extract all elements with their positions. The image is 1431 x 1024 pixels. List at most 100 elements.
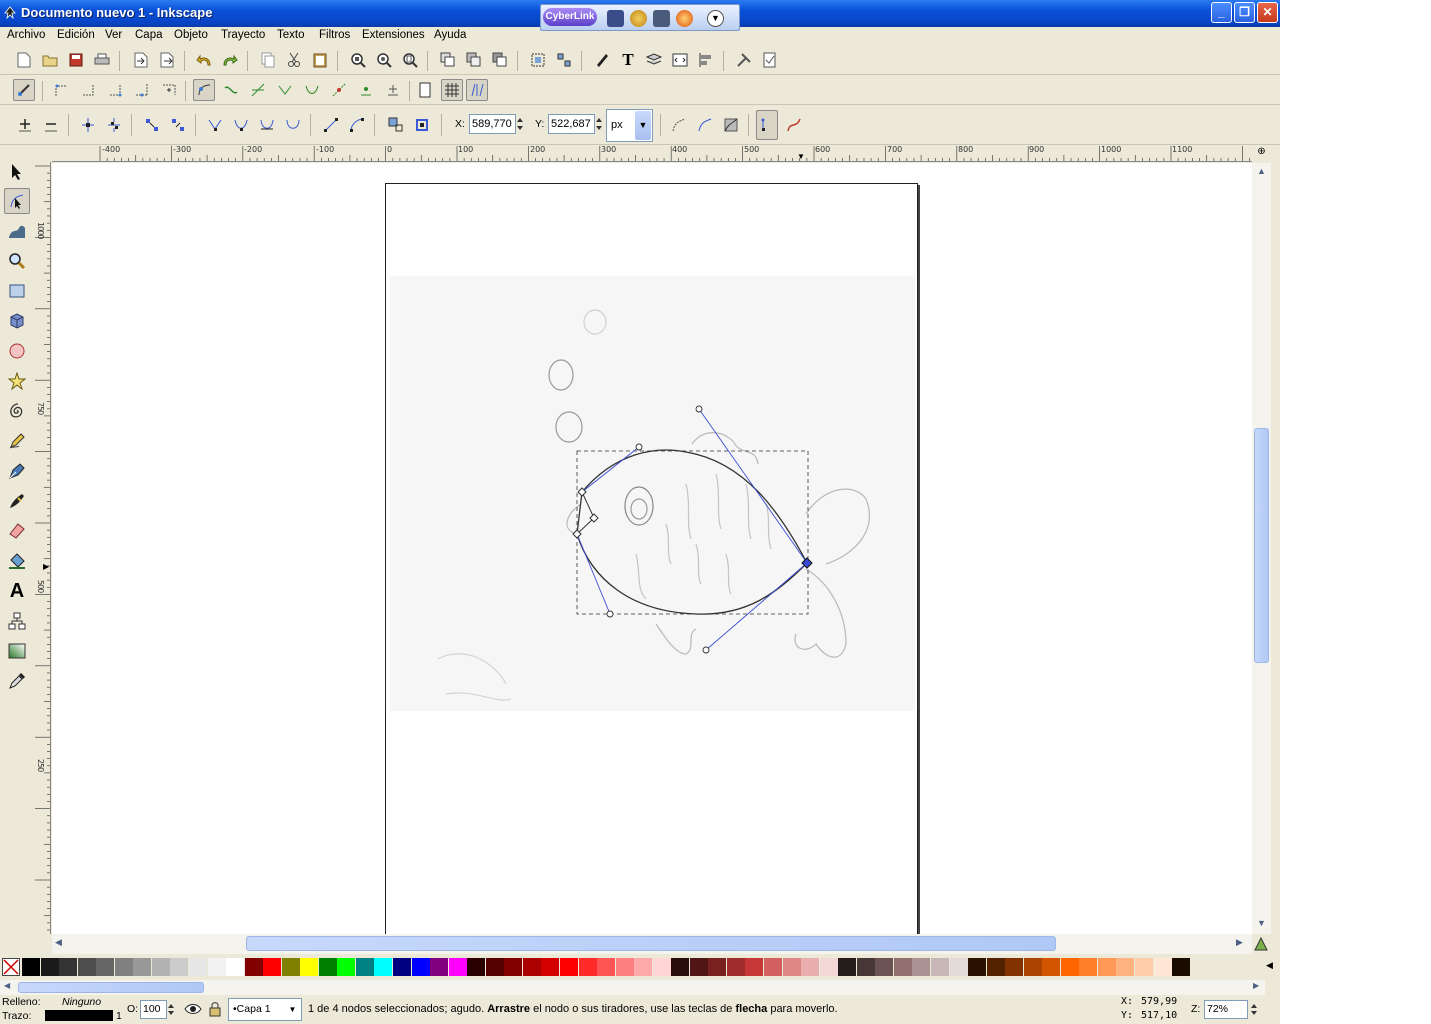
new-document-button[interactable] xyxy=(13,49,35,71)
color-swatch[interactable] xyxy=(22,958,40,976)
snap-bbox-midpoint-button[interactable] xyxy=(131,79,153,101)
color-swatch[interactable] xyxy=(634,958,653,976)
color-swatch[interactable] xyxy=(856,958,875,976)
color-swatch[interactable] xyxy=(1079,958,1098,976)
no-paint-swatch[interactable] xyxy=(2,958,20,976)
redo-button[interactable] xyxy=(219,49,241,71)
color-swatch[interactable] xyxy=(467,958,486,976)
paint-bucket-tool[interactable] xyxy=(4,548,30,574)
paste-button[interactable] xyxy=(309,49,331,71)
pen-tool[interactable] xyxy=(4,458,30,484)
color-swatch[interactable] xyxy=(578,958,597,976)
node-smooth-button[interactable] xyxy=(230,114,252,136)
show-clip-button[interactable] xyxy=(694,114,716,136)
minimize-button[interactable]: _ xyxy=(1211,2,1232,23)
color-swatch[interactable] xyxy=(411,958,430,976)
color-swatch[interactable] xyxy=(541,958,560,976)
color-swatch[interactable] xyxy=(1097,958,1116,976)
x-coordinate-input[interactable]: 589,770 xyxy=(469,114,516,134)
color-swatch[interactable] xyxy=(281,958,300,976)
color-swatch[interactable] xyxy=(1116,958,1135,976)
color-swatch[interactable] xyxy=(689,958,708,976)
save-button[interactable] xyxy=(65,49,87,71)
layer-visibility-toggle[interactable] xyxy=(184,1000,202,1018)
color-swatch[interactable] xyxy=(151,958,170,976)
align-distribute-button[interactable] xyxy=(695,49,717,71)
color-swatch[interactable] xyxy=(875,958,894,976)
color-swatch[interactable] xyxy=(801,958,820,976)
3d-box-tool[interactable] xyxy=(4,308,30,334)
color-swatch[interactable] xyxy=(1153,958,1172,976)
color-swatch[interactable] xyxy=(374,958,393,976)
snap-cusp-button[interactable] xyxy=(274,79,296,101)
close-button[interactable]: ✕ xyxy=(1257,2,1278,23)
x-spin-arrows[interactable] xyxy=(516,114,525,134)
snap-bbox-center-button[interactable] xyxy=(158,79,180,101)
color-swatch[interactable] xyxy=(318,958,337,976)
ellipse-tool[interactable] xyxy=(4,338,30,364)
snap-page-border-button[interactable] xyxy=(414,79,436,101)
snap-guides-button[interactable] xyxy=(466,79,488,101)
color-swatch[interactable] xyxy=(912,958,931,976)
menu-archivo[interactable]: Archivo xyxy=(7,29,45,41)
calligraphy-tool[interactable] xyxy=(4,488,30,514)
layer-lock-toggle[interactable] xyxy=(206,1000,224,1018)
color-swatch[interactable] xyxy=(1042,958,1061,976)
color-swatch[interactable] xyxy=(764,958,782,976)
color-swatch[interactable] xyxy=(170,958,189,976)
node-cusp-button[interactable] xyxy=(204,114,226,136)
rectangle-tool[interactable] xyxy=(4,278,30,304)
opacity-input[interactable]: 100 xyxy=(140,1000,167,1019)
horizontal-scroll-thumb[interactable] xyxy=(246,936,1056,951)
vertical-ruler[interactable]: 1000 750 500 250 ▶ xyxy=(34,162,51,934)
color-swatch[interactable] xyxy=(226,958,245,976)
color-swatch[interactable] xyxy=(77,958,96,976)
color-swatch[interactable] xyxy=(133,958,152,976)
show-mask-button[interactable] xyxy=(720,114,742,136)
color-swatch[interactable] xyxy=(559,958,578,976)
color-manage-icon[interactable] xyxy=(1253,936,1269,952)
color-swatch[interactable] xyxy=(337,958,356,976)
menu-ayuda[interactable]: Ayuda xyxy=(434,29,466,41)
dropper-tool[interactable] xyxy=(4,668,30,694)
color-swatch[interactable] xyxy=(745,958,764,976)
print-button[interactable] xyxy=(91,49,113,71)
zoom-correction-icon[interactable]: ⊕ xyxy=(1252,146,1271,162)
snap-bbox-button[interactable] xyxy=(50,79,72,101)
color-swatch[interactable] xyxy=(1023,958,1042,976)
break-path-button[interactable] xyxy=(103,114,125,136)
select-tool[interactable] xyxy=(4,159,30,185)
snap-paths-button[interactable] xyxy=(220,79,242,101)
fill-stroke-button[interactable] xyxy=(591,49,613,71)
import-button[interactable] xyxy=(130,49,152,71)
segment-line-button[interactable] xyxy=(320,114,342,136)
scroll-left-icon[interactable]: ◀ xyxy=(55,937,69,951)
join-nodes-button[interactable] xyxy=(77,114,99,136)
menu-ver[interactable]: Ver xyxy=(105,29,122,41)
scroll-down-icon[interactable]: ▼ xyxy=(1253,918,1270,932)
snap-nodes-button[interactable] xyxy=(193,79,215,101)
color-swatch[interactable] xyxy=(59,958,78,976)
color-swatch[interactable] xyxy=(597,958,616,976)
color-swatch[interactable] xyxy=(40,958,59,976)
color-swatch[interactable] xyxy=(430,958,449,976)
gradient-tool[interactable] xyxy=(4,638,30,664)
color-swatch[interactable] xyxy=(652,958,671,976)
cyberlink-menu-button[interactable]: ▼ xyxy=(707,10,724,27)
node-tool[interactable] xyxy=(4,188,30,214)
pencil-tool[interactable] xyxy=(4,428,30,454)
insert-node-button[interactable] xyxy=(14,114,36,136)
tweak-tool[interactable] xyxy=(4,218,30,244)
zoom-page-button[interactable] xyxy=(399,49,421,71)
show-handles-button[interactable] xyxy=(756,110,778,140)
layer-select[interactable]: •Capa 1 ▼ xyxy=(228,998,302,1021)
color-swatch[interactable] xyxy=(968,958,987,976)
color-swatch[interactable] xyxy=(708,958,727,976)
color-swatch[interactable] xyxy=(615,958,634,976)
snap-bbox-corner-button[interactable] xyxy=(104,79,126,101)
star-tool[interactable] xyxy=(4,368,30,394)
undo-button[interactable] xyxy=(193,49,215,71)
join-segment-button[interactable] xyxy=(141,114,163,136)
object-to-path-button[interactable] xyxy=(385,114,407,136)
color-swatch[interactable] xyxy=(949,958,968,976)
